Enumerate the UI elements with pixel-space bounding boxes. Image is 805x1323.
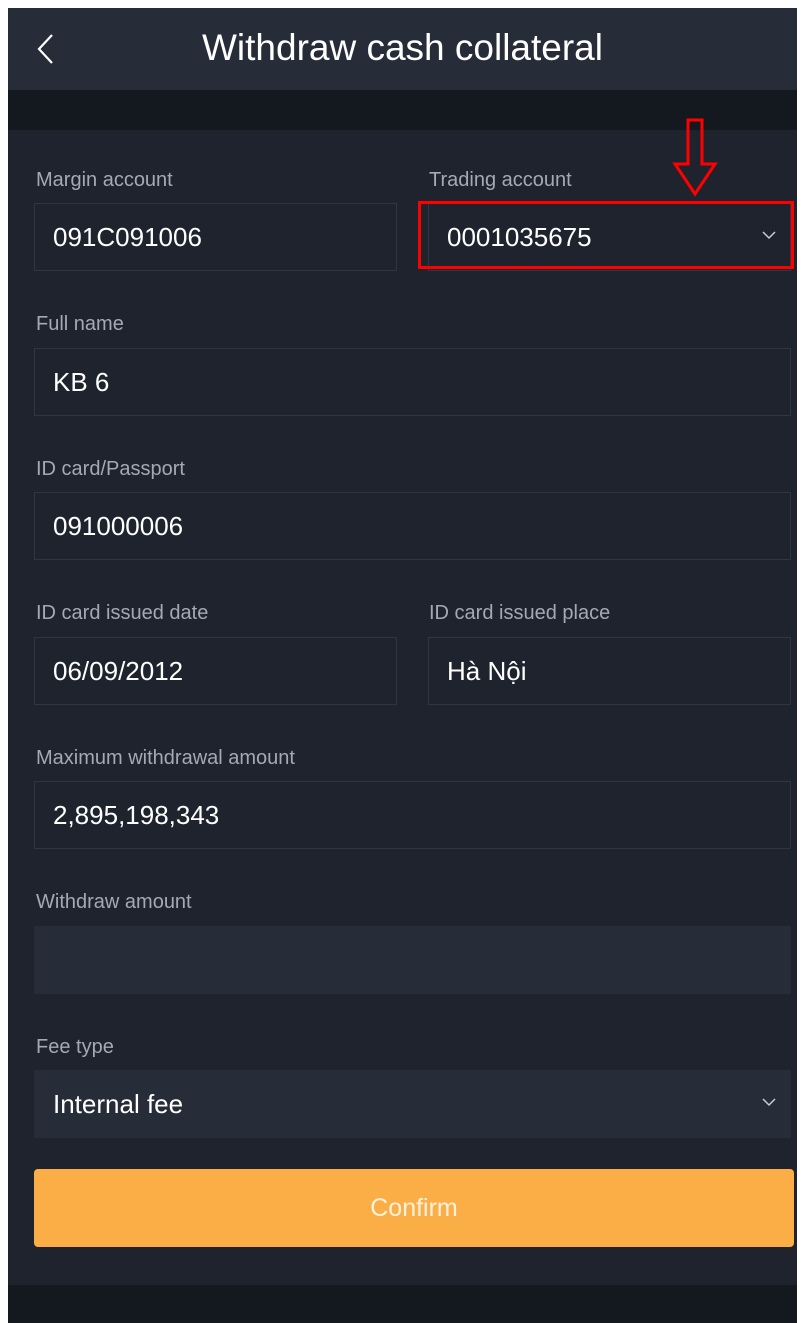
id-card-value: 091000006 <box>53 510 184 541</box>
full-name-field: KB 6 <box>34 348 791 416</box>
margin-account-value: 091C091006 <box>53 221 202 252</box>
id-card-label: ID card/Passport <box>36 458 185 480</box>
issued-place-field: Hà Nội <box>428 637 791 705</box>
chevron-down-icon <box>762 1098 776 1107</box>
issued-date-value: 06/09/2012 <box>53 655 184 686</box>
header-bar: Withdraw cash collateral <box>8 8 797 90</box>
fee-type-label: Fee type <box>36 1036 114 1058</box>
fee-type-select[interactable]: Internal fee <box>34 1070 791 1138</box>
trading-account-label: Trading account <box>429 169 572 191</box>
screen: Withdraw cash collateral Margin account … <box>8 8 797 1323</box>
issued-date-field: 06/09/2012 <box>34 637 397 705</box>
page-title: Withdraw cash collateral <box>202 27 603 68</box>
full-name-value: KB 6 <box>53 366 110 397</box>
margin-account-field: 091C091006 <box>34 203 397 271</box>
footer-band <box>8 1285 797 1323</box>
max-withdrawal-value: 2,895,198,343 <box>53 799 220 830</box>
margin-account-label: Margin account <box>36 169 173 191</box>
issued-place-value: Hà Nội <box>447 655 527 686</box>
withdraw-form: Margin account 091C091006 Trading accoun… <box>8 130 797 1285</box>
fee-type-value: Internal fee <box>53 1088 184 1119</box>
confirm-button[interactable]: Confirm <box>34 1169 794 1247</box>
max-withdrawal-field: 2,895,198,343 <box>34 781 791 849</box>
withdraw-amount-input[interactable] <box>34 926 791 994</box>
id-card-field: 091000006 <box>34 492 791 560</box>
trading-account-value: 0001035675 <box>447 221 592 252</box>
chevron-down-icon <box>762 231 776 240</box>
issued-date-label: ID card issued date <box>36 602 209 624</box>
issued-place-label: ID card issued place <box>429 602 611 624</box>
down-arrow-icon <box>672 118 718 197</box>
trading-account-select[interactable]: 0001035675 <box>428 203 791 271</box>
full-name-label: Full name <box>36 313 124 335</box>
max-withdrawal-label: Maximum withdrawal amount <box>36 747 295 769</box>
withdraw-amount-label: Withdraw amount <box>36 891 192 913</box>
